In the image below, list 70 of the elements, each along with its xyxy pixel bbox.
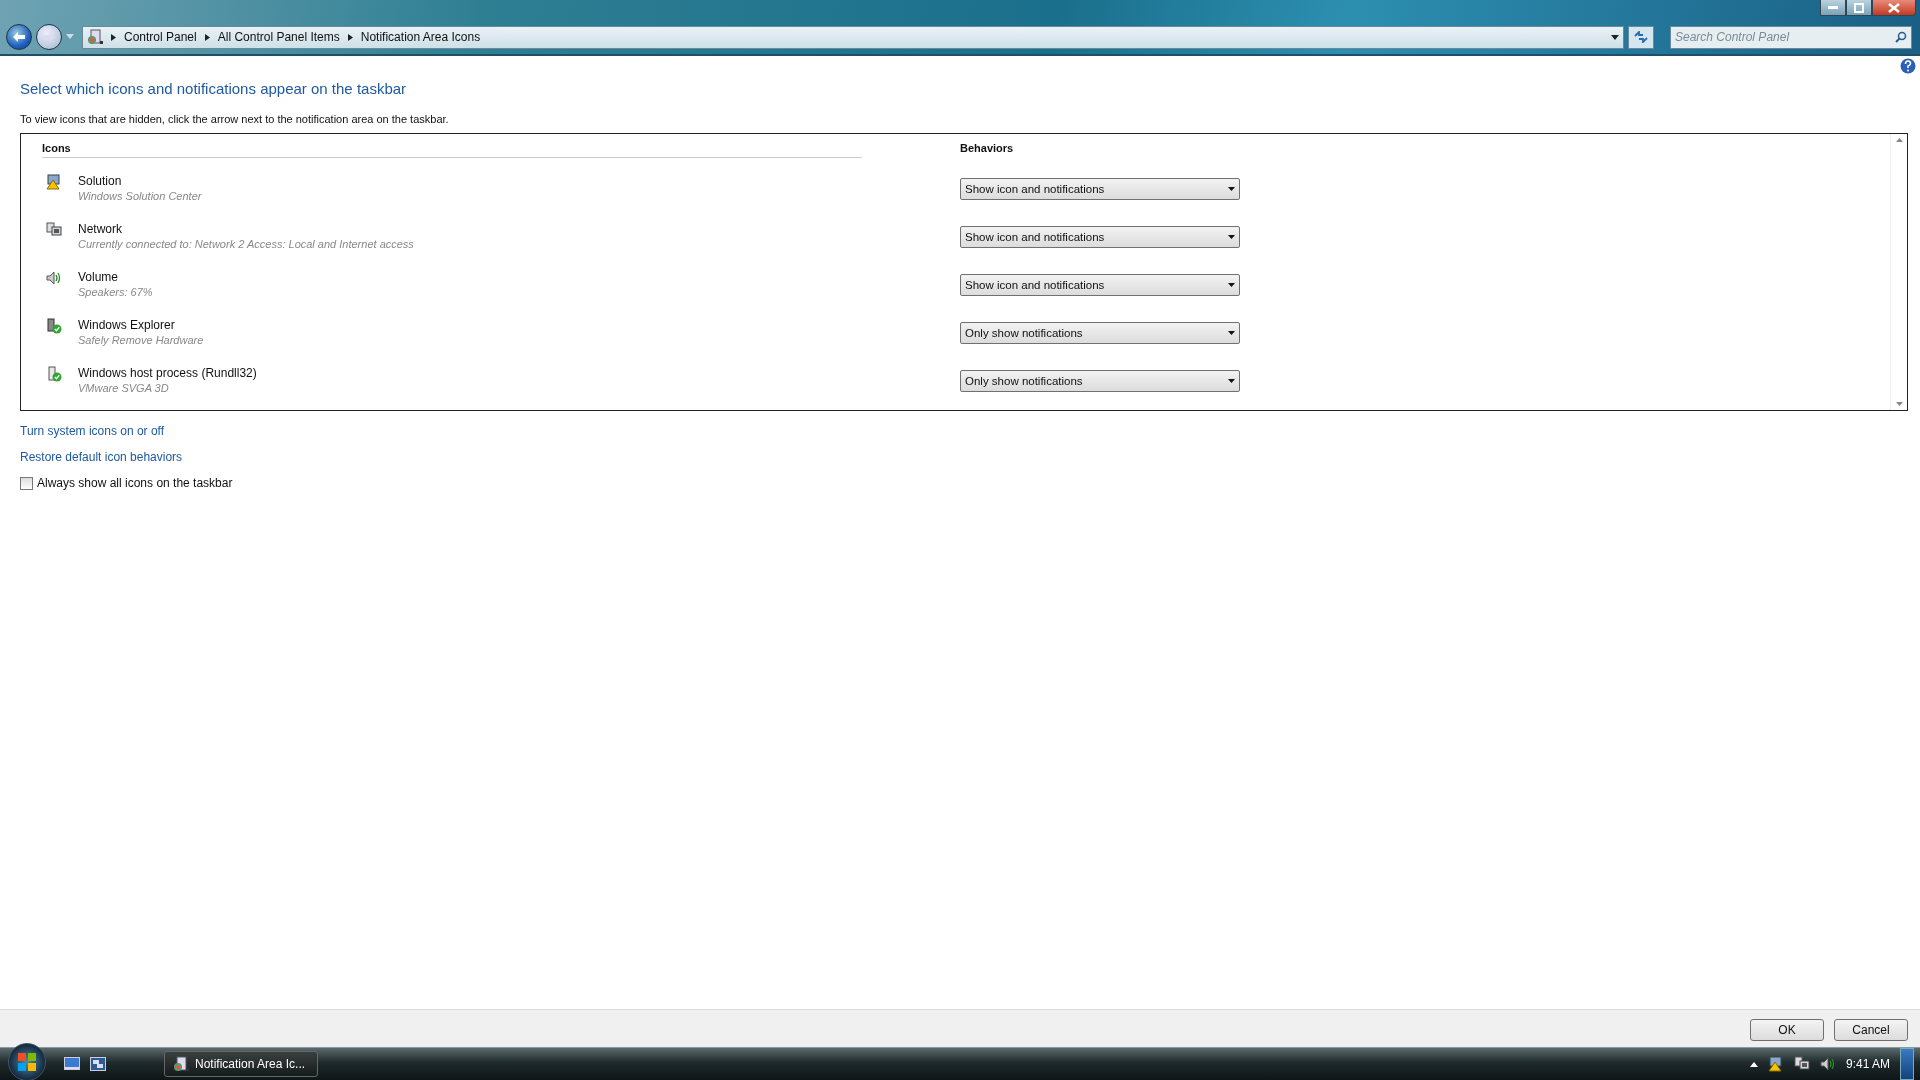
app-description: Currently connected to: Network 2 Access: Local and Internet access (78, 238, 415, 250)
show-hidden-icons-arrow[interactable] (1749, 1061, 1758, 1067)
clock[interactable]: 9:41 AM (1845, 1057, 1890, 1071)
behavior-dropdown[interactable]: Show icon and notifications (960, 274, 1240, 296)
dialog-button[interactable]: OK (1750, 1018, 1824, 1041)
restore-icon (1854, 2, 1864, 13)
minimize-button[interactable] (1820, 0, 1846, 16)
column-header: Behaviors (960, 142, 1014, 156)
search-field[interactable]: Search Control Panel (1670, 25, 1912, 49)
refresh-button[interactable] (1628, 25, 1654, 49)
address-bar[interactable]: Control Panel All Control Panel Items Notification Area Icons (82, 25, 1624, 49)
app-name: Volume (78, 270, 120, 284)
chevron-icon (111, 33, 116, 41)
back-button[interactable] (6, 24, 32, 50)
dialog-button[interactable]: Cancel (1834, 1018, 1908, 1041)
app-name: Network (78, 222, 123, 236)
minimize-icon (1828, 5, 1838, 10)
network-computer-icon[interactable] (1793, 1056, 1810, 1072)
back-arrow-icon (12, 31, 26, 43)
instruction-text: To view icons that are hidden, click the arrow next to the notification area on the taskbar. (20, 113, 450, 125)
forward-button[interactable] (36, 24, 62, 50)
desktop-icon[interactable] (64, 1057, 80, 1071)
scroll-up-icon[interactable] (1895, 138, 1903, 142)
scroll-down-icon[interactable] (1895, 402, 1903, 406)
display-check-icon (46, 366, 62, 382)
close-button[interactable] (1872, 0, 1916, 16)
maximize-button[interactable] (1846, 0, 1872, 16)
close-icon (1888, 2, 1900, 13)
behavior-dropdown[interactable]: Show icon and notifications (960, 226, 1240, 248)
windows-logo-icon (17, 1052, 37, 1072)
dropdown-arrow-icon (1228, 379, 1235, 383)
dropdown-arrow-icon (1228, 187, 1235, 191)
dropdown-arrow-icon (1228, 331, 1235, 335)
checkbox[interactable] (20, 476, 33, 490)
breadcrumb-item[interactable]: Notification Area Icons (360, 30, 481, 44)
forward-arrow-icon (42, 31, 56, 43)
app-name: Windows host process (Rundll32) (78, 366, 258, 380)
behavior-dropdown[interactable]: Only show notifications (960, 370, 1240, 392)
app-description: Windows Solution Center (78, 190, 203, 202)
checkbox-label: Always show all icons on the taskbar (37, 476, 233, 490)
app-description: Safely Remove Hardware (78, 334, 205, 346)
link[interactable]: Turn system icons on or off (20, 424, 165, 438)
column-header: Icons (42, 142, 862, 158)
behavior-dropdown[interactable]: Only show notifications (960, 322, 1240, 344)
breadcrumb-item[interactable]: Control Panel (124, 30, 197, 44)
dropdown-arrow-icon (1228, 283, 1235, 287)
network-computer-icon (46, 222, 62, 238)
refresh-icon (1634, 31, 1648, 43)
search-icon (1895, 30, 1907, 43)
app-name: Windows Explorer (78, 318, 176, 332)
window-switch-icon[interactable] (90, 1057, 106, 1071)
start-button[interactable] (8, 1043, 46, 1080)
chevron-icon (347, 33, 353, 41)
warning-flag-icon[interactable] (1767, 1056, 1784, 1072)
taskbar-button[interactable]: Notification Area Ic... (164, 1051, 318, 1077)
speaker-icon (46, 270, 62, 286)
app-description: VMware SVGA 3D (78, 382, 170, 394)
link[interactable]: Restore default icon behaviors (20, 450, 183, 464)
behavior-dropdown[interactable]: Show icon and notifications (960, 178, 1240, 200)
app-description: Speakers: 67% (78, 286, 154, 298)
show-desktop-button[interactable] (1900, 1048, 1914, 1080)
dropdown-arrow-icon[interactable] (1611, 34, 1619, 40)
speaker-icon[interactable] (1819, 1056, 1836, 1072)
chevron-icon (204, 33, 210, 41)
dropdown-arrow-icon (1228, 235, 1235, 239)
help-icon[interactable] (1900, 58, 1916, 74)
page-heading: Select which icons and notifications appear on the taskbar (20, 80, 408, 97)
app-name: Solution (78, 174, 123, 188)
breadcrumb-item[interactable]: All Control Panel Items (217, 30, 340, 44)
warning-flag-icon (46, 174, 62, 190)
